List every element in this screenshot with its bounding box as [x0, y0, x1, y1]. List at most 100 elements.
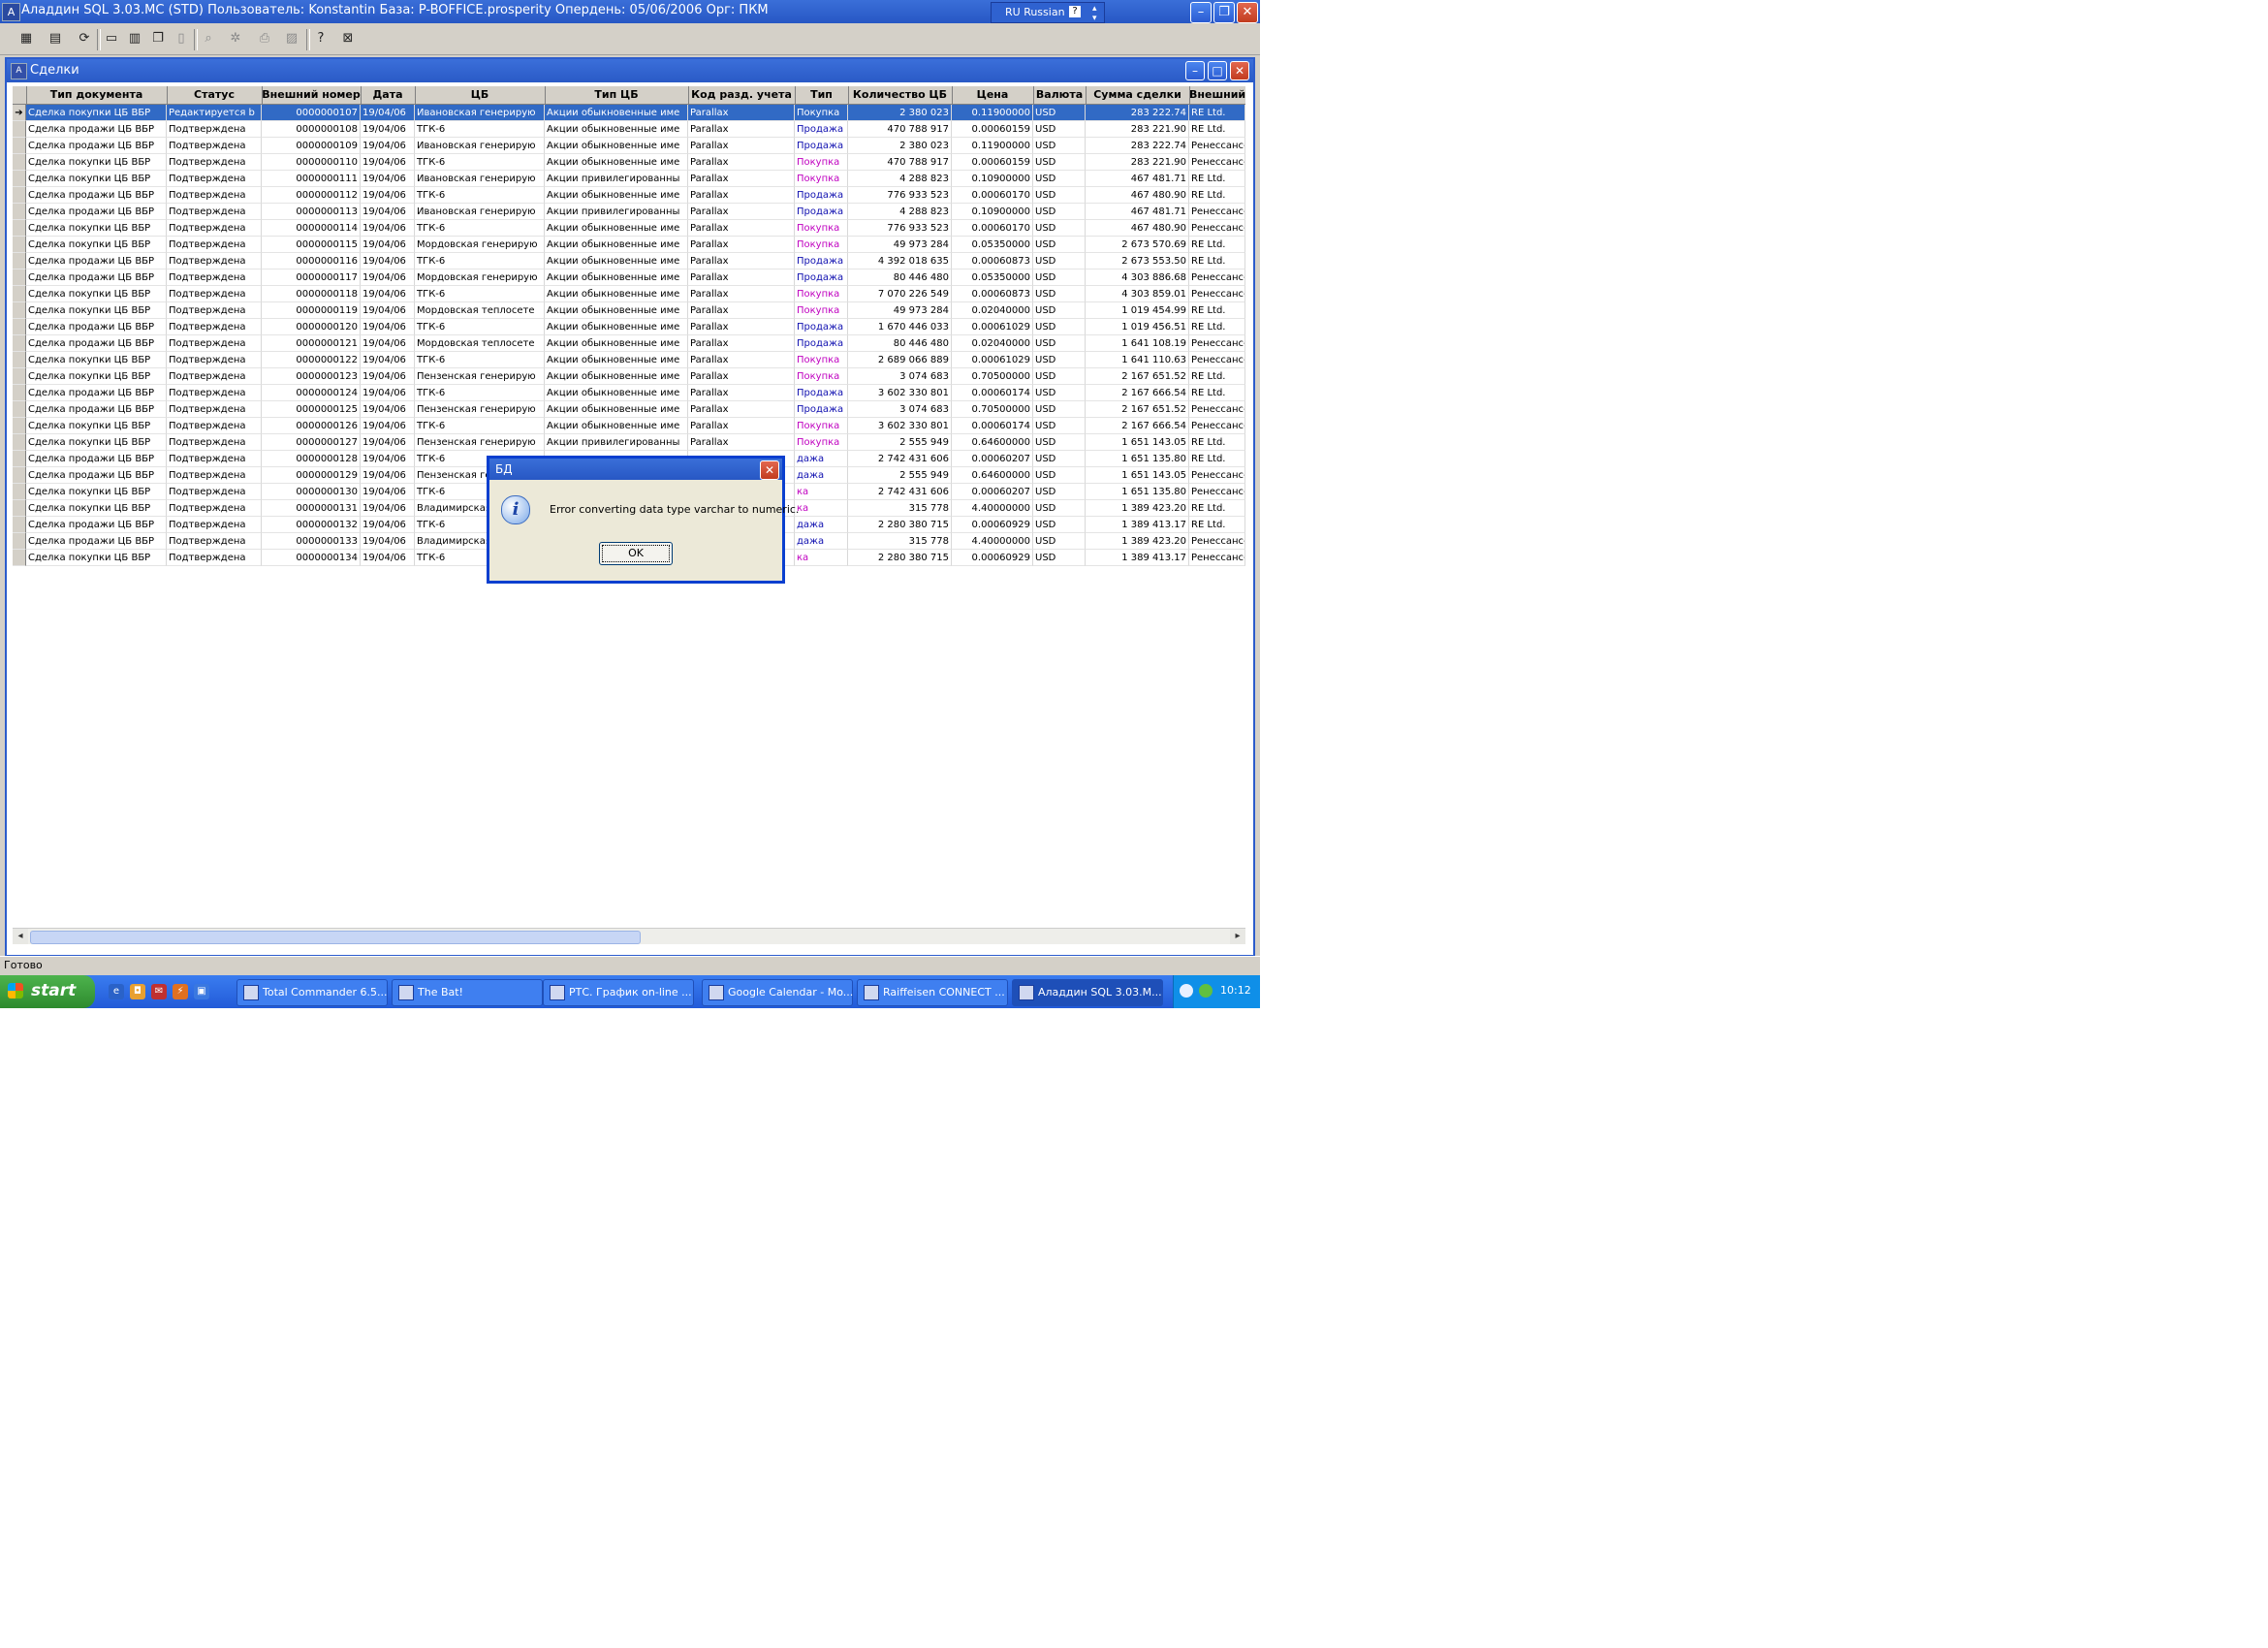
export-icon[interactable]: ▨ [283, 30, 300, 48]
quicklaunch-mail-icon[interactable]: ✉ [151, 984, 167, 999]
show-desktop-icon[interactable]: ▣ [194, 984, 209, 999]
quicklaunch-tool-icon[interactable]: ⚡ [173, 984, 188, 999]
row-indicator[interactable] [13, 385, 26, 401]
find-icon[interactable]: ⌕ [200, 30, 217, 48]
table-row[interactable]: Сделка покупки ЦБ ВБР Подтверждена 0000000… [13, 418, 1245, 434]
column-header[interactable]: Валюта [1033, 86, 1087, 104]
calculator-icon[interactable]: ▦ [17, 30, 35, 48]
column-header[interactable]: Внешний брокер [1189, 86, 1245, 104]
column-header[interactable]: ЦБ [415, 86, 546, 104]
current-row-arrow-icon[interactable]: ➔ [13, 105, 26, 121]
row-indicator[interactable] [13, 550, 26, 566]
row-indicator[interactable] [13, 451, 26, 467]
security-icon[interactable] [1199, 984, 1213, 998]
table-row[interactable]: Сделка продажи ЦБ ВБР Подтверждена 0000000… [13, 269, 1245, 286]
row-indicator[interactable] [13, 368, 26, 385]
row-indicator[interactable] [13, 302, 26, 319]
network-icon[interactable] [1180, 984, 1193, 998]
ok-button[interactable]: OK [599, 542, 673, 565]
taskbar-button[interactable]: Google Calendar - Mo... [702, 979, 853, 1006]
row-indicator[interactable] [13, 319, 26, 335]
table-row[interactable]: Сделка продажи ЦБ ВБР Подтверждена 0000000… [13, 121, 1245, 138]
help-icon[interactable]: ? [1069, 6, 1081, 17]
table-row[interactable]: Сделка покупки ЦБ ВБР Подтверждена 0000000… [13, 302, 1245, 319]
column-header[interactable]: Тип ЦБ [545, 86, 689, 104]
horizontal-scrollbar[interactable]: ◂ ▸ [13, 928, 1245, 944]
column-header[interactable]: Внешний номер [262, 86, 362, 104]
column-header[interactable]: Сумма сделки [1086, 86, 1190, 104]
row-indicator[interactable] [13, 286, 26, 302]
row-indicator[interactable] [13, 352, 26, 368]
row-indicator[interactable] [13, 121, 26, 138]
table-row[interactable]: Сделка покупки ЦБ ВБР Подтверждена 0000000… [13, 171, 1245, 187]
taskbar-button[interactable]: Raiffeisen CONNECT ... [857, 979, 1008, 1006]
table-row[interactable]: Сделка продажи ЦБ ВБР Подтверждена 0000000… [13, 335, 1245, 352]
cascade-windows-icon[interactable]: ❐ [149, 30, 167, 48]
dialog-close-icon[interactable]: ✕ [760, 460, 779, 480]
child-close-icon[interactable]: ✕ [1230, 61, 1249, 80]
column-header[interactable]: Тип [795, 86, 849, 104]
column-header[interactable]: Дата [361, 86, 416, 104]
child-maximize-icon[interactable]: □ [1208, 61, 1227, 80]
print-icon[interactable]: ⎙ [256, 30, 273, 48]
row-indicator[interactable] [13, 171, 26, 187]
column-header[interactable]: Код разд. учета [688, 86, 796, 104]
row-indicator[interactable] [13, 467, 26, 484]
taskbar-button[interactable]: Total Commander 6.5... [236, 979, 388, 1006]
language-bar[interactable]: RU Russian ? ▴ ▾ [991, 2, 1105, 23]
table-row[interactable]: Сделка покупки ЦБ ВБР Подтверждена 0000000… [13, 352, 1245, 368]
table-row[interactable]: Сделка покупки ЦБ ВБР Подтверждена 0000000… [13, 434, 1245, 451]
table-row[interactable]: Сделка покупки ЦБ ВБР Подтверждена 0000000… [13, 220, 1245, 237]
scroll-right-icon[interactable]: ▸ [1230, 929, 1245, 944]
row-indicator[interactable] [13, 204, 26, 220]
help-question-icon[interactable]: ? [312, 30, 330, 48]
row-indicator[interactable] [13, 401, 26, 418]
row-indicator[interactable] [13, 517, 26, 533]
column-header[interactable]: Количество ЦБ [848, 86, 953, 104]
row-indicator[interactable] [13, 335, 26, 352]
column-header[interactable]: Цена [952, 86, 1034, 104]
row-indicator[interactable] [13, 500, 26, 517]
scroll-left-icon[interactable]: ◂ [13, 929, 28, 944]
table-row[interactable]: ➔ Сделка покупки ЦБ ВБР Редактируется b 000… [13, 105, 1245, 121]
taskbar-button[interactable]: The Bat! [392, 979, 543, 1006]
row-indicator[interactable] [13, 187, 26, 204]
settings-icon[interactable]: ✲ [227, 30, 244, 48]
taskbar-button[interactable]: Аладдин SQL 3.03.M... [1012, 979, 1163, 1006]
table-row[interactable]: Сделка продажи ЦБ ВБР Подтверждена 0000000… [13, 319, 1245, 335]
start-button[interactable]: start [0, 975, 95, 1008]
table-row[interactable]: Сделка покупки ЦБ ВБР Подтверждена 0000000… [13, 237, 1245, 253]
table-row[interactable]: Сделка продажи ЦБ ВБР Подтверждена 0000000… [13, 187, 1245, 204]
table-row[interactable]: Сделка продажи ЦБ ВБР Подтверждена 0000000… [13, 204, 1245, 220]
taskbar-button[interactable]: РТС. График on-line ... [543, 979, 694, 1006]
table-row[interactable]: Сделка покупки ЦБ ВБР Подтверждена 0000000… [13, 368, 1245, 385]
close-icon[interactable]: ✕ [1237, 2, 1258, 23]
row-indicator[interactable] [13, 237, 26, 253]
row-indicator[interactable] [13, 154, 26, 171]
quicklaunch-app-icon[interactable]: ◘ [130, 984, 145, 999]
row-indicator[interactable] [13, 533, 26, 550]
tile-windows-icon[interactable]: ▥ [126, 30, 143, 48]
minimize-icon[interactable]: – [1190, 2, 1212, 23]
exit-icon[interactable]: ⊠ [339, 30, 357, 48]
table-row[interactable]: Сделка продажи ЦБ ВБР Подтверждена 0000000… [13, 401, 1245, 418]
table-row[interactable]: Сделка продажи ЦБ ВБР Подтверждена 0000000… [13, 253, 1245, 269]
app-title-bar[interactable]: A Аладдин SQL 3.03.MC (STD) Пользователь… [0, 0, 1260, 23]
row-indicator[interactable] [13, 220, 26, 237]
refresh-icon[interactable]: ⟳ [76, 30, 93, 48]
table-row[interactable]: Сделка продажи ЦБ ВБР Подтверждена 0000000… [13, 138, 1245, 154]
deals-window-title-bar[interactable]: A Сделки – □ ✕ [7, 59, 1253, 82]
ie-icon[interactable]: e [109, 984, 124, 999]
window-icon[interactable]: ▭ [103, 30, 120, 48]
row-indicator[interactable] [13, 418, 26, 434]
dialog-title-bar[interactable]: БД ✕ [489, 459, 782, 480]
language-options-icon[interactable]: ▴ ▾ [1092, 4, 1097, 23]
column-header[interactable]: Статус [167, 86, 263, 104]
restore-icon[interactable]: ❐ [1213, 2, 1235, 23]
row-indicator[interactable] [13, 484, 26, 500]
document-icon[interactable]: ▤ [47, 30, 64, 48]
table-row[interactable]: Сделка продажи ЦБ ВБР Подтверждена 0000000… [13, 385, 1245, 401]
table-row[interactable]: Сделка покупки ЦБ ВБР Подтверждена 0000000… [13, 154, 1245, 171]
table-row[interactable]: Сделка покупки ЦБ ВБР Подтверждена 0000000… [13, 286, 1245, 302]
row-indicator[interactable] [13, 253, 26, 269]
